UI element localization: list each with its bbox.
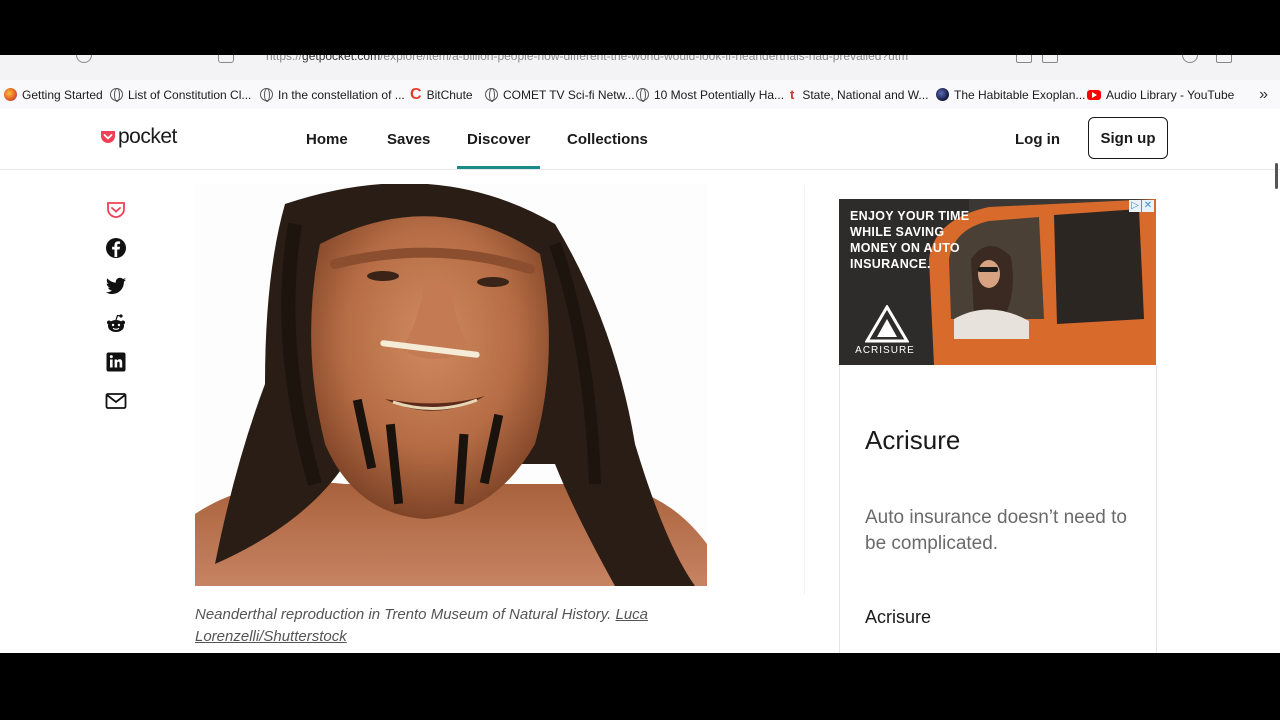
pocket-logo[interactable]: pocket	[100, 125, 177, 149]
ad-info-icon[interactable]: ▷	[1129, 200, 1141, 212]
ad-banner-brand: ACRISURE	[855, 345, 915, 356]
bookmarks-bar: Getting Started List of Constitution Cl.…	[0, 80, 1280, 110]
bitchute-icon: C	[410, 86, 422, 103]
ad-description: Auto insurance doesn’t need to be compli…	[865, 507, 1127, 554]
bookmark-state-national[interactable]: t State, National and W...	[790, 80, 928, 109]
bookmark-comet-tv[interactable]: COMET TV Sci-fi Netw...	[485, 80, 635, 109]
globe-icon	[110, 88, 123, 102]
bookmark-habitable-exoplanets[interactable]: The Habitable Exoplan...	[936, 80, 1085, 109]
nav-saves[interactable]: Saves	[387, 109, 430, 169]
reload-icon[interactable]	[76, 55, 92, 63]
youtube-icon	[1087, 89, 1101, 100]
ad-choices[interactable]: ▷ ✕	[1128, 200, 1154, 212]
article-image-neanderthal	[195, 184, 707, 586]
ad-title[interactable]: Acrisure	[865, 425, 960, 456]
globe-icon	[260, 88, 273, 102]
ad-card[interactable]: Acrisure Auto insurance doesn’t need to …	[839, 365, 1157, 653]
exoplanet-icon	[936, 88, 949, 101]
image-caption: Neanderthal reproduction in Trento Museu…	[195, 606, 649, 645]
extension-icon[interactable]	[1182, 55, 1198, 63]
bookmark-getting-started[interactable]: Getting Started	[4, 80, 103, 109]
email-icon[interactable]	[105, 390, 127, 412]
bookmark-10-most[interactable]: 10 Most Potentially Ha...	[636, 80, 784, 109]
neanderthal-reproduction-image	[195, 184, 707, 586]
login-link[interactable]: Log in	[1015, 109, 1060, 169]
chevron-double-right-icon[interactable]: »	[1259, 80, 1268, 109]
globe-icon	[636, 88, 649, 102]
site-header: pocket Home Saves Discover Collections L…	[0, 109, 1280, 170]
ad-banner-text: ENJOY YOUR TIME WHILE SAVING MONEY ON AU…	[850, 209, 970, 271]
reader-mode-icon[interactable]	[1016, 55, 1032, 63]
bookmark-constellation[interactable]: In the constellation of ...	[260, 80, 405, 109]
facebook-icon[interactable]	[105, 237, 127, 259]
bookmark-bitchute[interactable]: C BitChute	[410, 80, 473, 109]
content-divider	[804, 185, 805, 595]
url-text[interactable]: https://getpocket.com/explore/item/a-bil…	[266, 55, 908, 63]
twitter-icon[interactable]	[105, 275, 127, 297]
acrisure-logo-icon	[865, 305, 909, 343]
pocket-logo-icon	[101, 131, 115, 143]
globe-icon	[485, 88, 498, 102]
close-icon[interactable]: ✕	[1142, 200, 1154, 212]
nav-discover[interactable]: Discover	[456, 109, 541, 169]
ad-banner[interactable]: ENJOY YOUR TIME WHILE SAVING MONEY ON AU…	[839, 199, 1156, 365]
nav-collections[interactable]: Collections	[567, 109, 648, 169]
site-info-icon[interactable]	[218, 55, 234, 63]
firefox-icon	[4, 88, 17, 101]
bookmark-constitution[interactable]: List of Constitution Cl...	[110, 80, 251, 109]
bookmark-star-icon[interactable]	[1042, 55, 1058, 63]
t-icon: t	[790, 87, 795, 102]
linkedin-icon[interactable]	[105, 351, 127, 373]
reddit-icon[interactable]	[105, 313, 127, 335]
address-bar[interactable]: https://getpocket.com/explore/item/a-bil…	[0, 55, 1280, 80]
ad-brand: Acrisure	[865, 607, 932, 627]
menu-icon[interactable]	[1216, 55, 1232, 63]
signup-button[interactable]: Sign up	[1088, 117, 1168, 159]
browser-viewport: https://getpocket.com/explore/item/a-bil…	[0, 55, 1280, 653]
pocket-save-icon[interactable]	[105, 199, 127, 221]
nav-home[interactable]: Home	[306, 109, 348, 169]
bookmark-audio-library[interactable]: Audio Library - YouTube	[1087, 80, 1234, 109]
scrollbar-thumb[interactable]	[1275, 163, 1278, 189]
